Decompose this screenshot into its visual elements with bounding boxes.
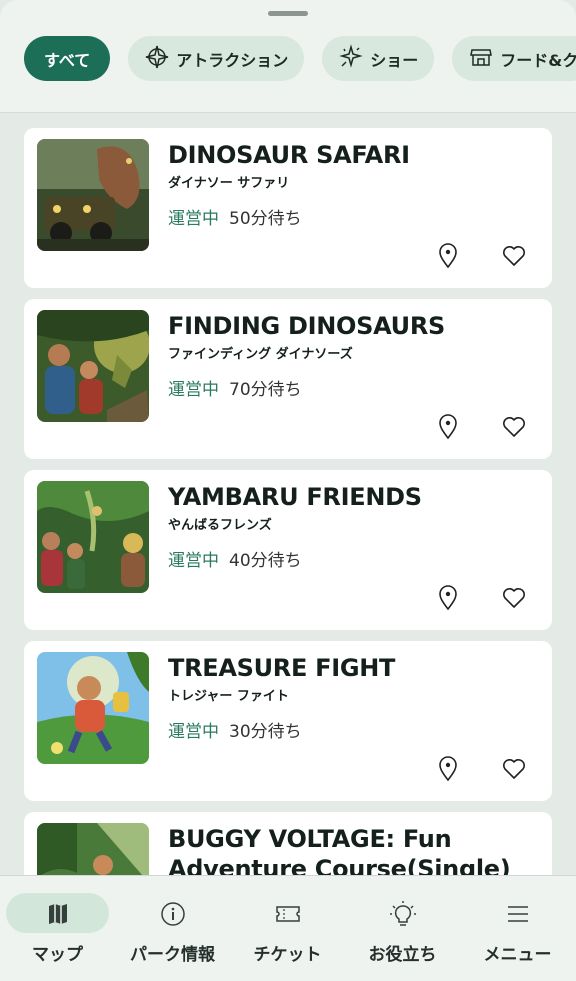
map-pin-icon: [437, 243, 459, 273]
attraction-title: YAMBARU FRIENDS: [168, 483, 422, 511]
map-pin-button[interactable]: [434, 585, 462, 615]
filter-chip-label: ショー: [370, 50, 419, 70]
attraction-status-row: 運営中 30分待ち: [168, 717, 302, 742]
attraction-thumbnail: [37, 139, 149, 251]
heart-icon: [501, 415, 527, 443]
tab-label: メニュー: [483, 945, 552, 965]
tab-label: パーク情報: [130, 945, 215, 965]
wait-time: 50分待ち: [229, 209, 302, 229]
map-pin-icon: [437, 756, 459, 786]
filter-chip-label: すべて: [44, 50, 91, 70]
filter-chip-shows[interactable]: ショー: [322, 36, 435, 81]
sparkle-icon: [338, 43, 370, 74]
attraction-card[interactable]: FINDING DINOSAURS ファインディング ダイナソーズ 運営中 70分…: [24, 299, 552, 459]
attraction-card[interactable]: DINOSAUR SAFARI ダイナソー サファリ 運営中 50分待ち: [24, 128, 552, 288]
map-pin-button[interactable]: [434, 756, 462, 786]
favorite-button[interactable]: [500, 415, 528, 443]
lightbulb-icon: [345, 901, 460, 927]
menu-icon: [460, 901, 575, 927]
heart-icon: [501, 586, 527, 614]
map-pin-button[interactable]: [434, 414, 462, 444]
heart-icon: [501, 757, 527, 785]
info-icon: [115, 901, 230, 927]
tab-label: お役立ち: [368, 945, 437, 965]
tab-menu[interactable]: メニュー: [460, 876, 575, 981]
map-icon: [0, 901, 115, 927]
attraction-thumbnail: [37, 652, 149, 764]
attraction-title: FINDING DINOSAURS: [168, 312, 446, 340]
wait-time: 30分待ち: [229, 722, 302, 742]
attraction-subtitle: ファインディング ダイナソーズ: [168, 347, 353, 362]
status-text: 運営中: [168, 551, 219, 571]
map-pin-icon: [437, 585, 459, 615]
ticket-icon: [230, 901, 345, 927]
attraction-title: TREASURE FIGHT: [168, 654, 396, 682]
heart-icon: [501, 244, 527, 272]
filter-sheet-header: すべて アトラクション ショー フード&ク: [0, 0, 576, 113]
wait-time: 70分待ち: [229, 380, 302, 400]
attraction-thumbnail: [37, 481, 149, 593]
status-text: 運営中: [168, 722, 219, 742]
favorite-button[interactable]: [500, 586, 528, 614]
favorite-button[interactable]: [500, 757, 528, 785]
attraction-status-row: 運営中 40分待ち: [168, 546, 302, 571]
filter-chip-label: アトラクション: [176, 50, 289, 70]
attraction-thumbnail: [37, 310, 149, 422]
map-pin-icon: [437, 414, 459, 444]
filter-chip-food[interactable]: フード&ク: [452, 36, 576, 81]
tab-park-info[interactable]: パーク情報: [115, 876, 230, 981]
tab-label: チケット: [253, 945, 322, 965]
attraction-card[interactable]: YAMBARU FRIENDS やんばるフレンズ 運営中 40分待ち: [24, 470, 552, 630]
store-icon: [468, 44, 500, 74]
filter-chip-attractions[interactable]: アトラクション: [128, 36, 305, 81]
attraction-status-row: 運営中 50分待ち: [168, 204, 302, 229]
attraction-subtitle: トレジャー ファイト: [168, 689, 289, 704]
attraction-subtitle: やんばるフレンズ: [168, 518, 272, 533]
attraction-status-row: 運営中 70分待ち: [168, 375, 302, 400]
tab-tickets[interactable]: チケット: [230, 876, 345, 981]
favorite-button[interactable]: [500, 244, 528, 272]
tab-map[interactable]: マップ: [0, 876, 115, 981]
status-text: 運営中: [168, 209, 219, 229]
sheet-grabber[interactable]: [268, 11, 308, 16]
filter-chip-all[interactable]: すべて: [24, 36, 111, 81]
attraction-card[interactable]: TREASURE FIGHT トレジャー ファイト 運営中 30分待ち: [24, 641, 552, 801]
wait-time: 40分待ち: [229, 551, 302, 571]
filter-chip-row: すべて アトラクション ショー フード&ク: [24, 36, 576, 81]
bottom-navigation: マップ パーク情報 チケット お役立ち メニュー: [0, 875, 576, 981]
tab-label: マップ: [32, 945, 83, 965]
map-pin-button[interactable]: [434, 243, 462, 273]
compass-icon: [144, 44, 176, 74]
status-text: 運営中: [168, 380, 219, 400]
attraction-title: DINOSAUR SAFARI: [168, 141, 410, 169]
filter-chip-label: フード&ク: [500, 50, 576, 70]
attraction-subtitle: ダイナソー サファリ: [168, 176, 290, 191]
tab-useful[interactable]: お役立ち: [345, 876, 460, 981]
